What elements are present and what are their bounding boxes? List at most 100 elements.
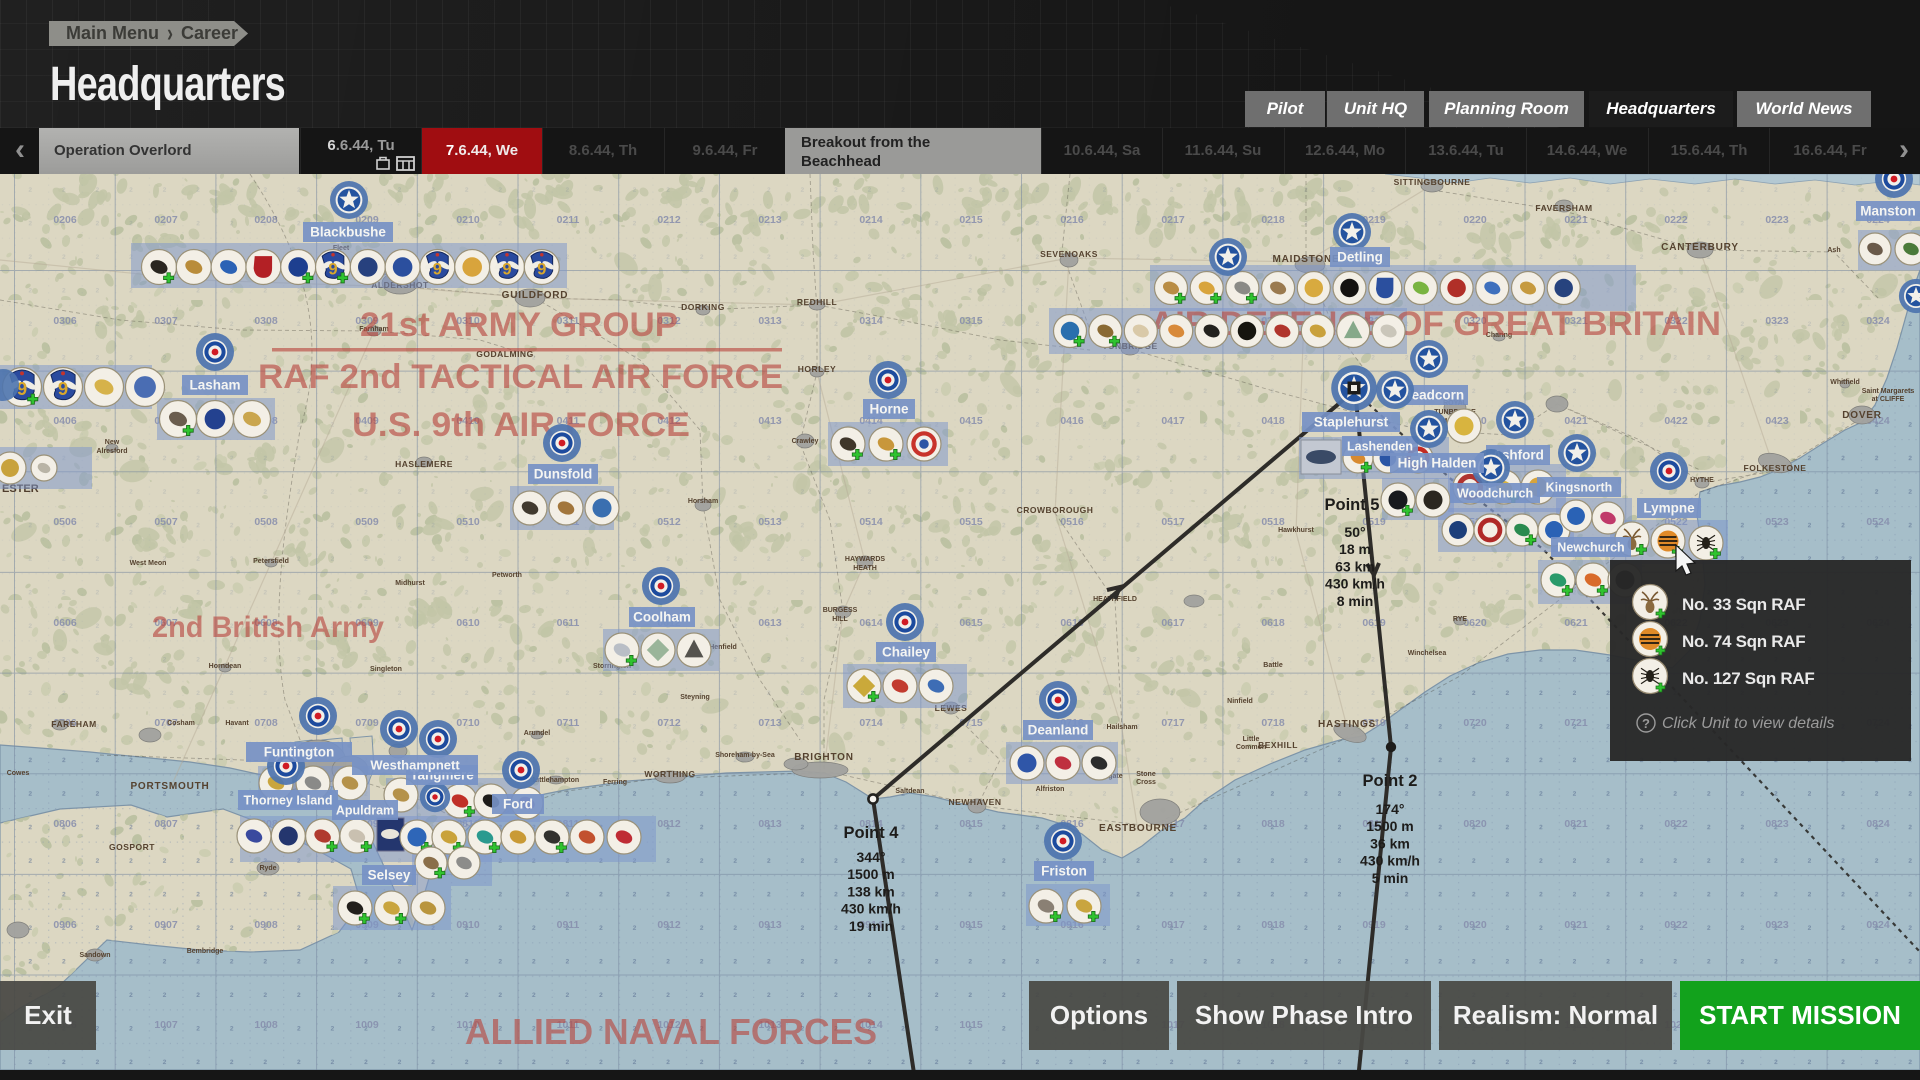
- svg-text:0517: 0517: [1161, 516, 1185, 528]
- svg-text:0918: 0918: [1261, 919, 1285, 931]
- svg-text:174°: 174°: [1376, 801, 1405, 817]
- svg-text:SEVENOAKS: SEVENOAKS: [1040, 249, 1098, 259]
- svg-text:ALLIED NAVAL FORCES: ALLIED NAVAL FORCES: [465, 1011, 877, 1052]
- svg-text:High Halden: High Halden: [1398, 456, 1477, 471]
- svg-text:18 m: 18 m: [1339, 541, 1371, 557]
- svg-text:0417: 0417: [1161, 415, 1185, 427]
- svg-text:Ferring: Ferring: [603, 779, 627, 786]
- svg-text:Havant: Havant: [225, 720, 249, 727]
- svg-text:Horne: Horne: [869, 402, 908, 417]
- svg-text:Kingsnorth: Kingsnorth: [1546, 481, 1613, 495]
- svg-text:Dunsfold: Dunsfold: [534, 467, 593, 482]
- svg-text:0418: 0418: [1261, 415, 1285, 427]
- svg-text:21st ARMY GROUP: 21st ARMY GROUP: [360, 306, 678, 344]
- svg-text:0712: 0712: [657, 717, 681, 729]
- svg-text:0216: 0216: [1060, 214, 1084, 226]
- svg-text:Hawkhurst: Hawkhurst: [1278, 527, 1314, 534]
- svg-text:5 min: 5 min: [1372, 870, 1409, 886]
- svg-text:Cross: Cross: [1136, 779, 1156, 786]
- svg-text:Winchelsea: Winchelsea: [1408, 650, 1447, 657]
- svg-text:0413: 0413: [758, 415, 782, 427]
- svg-text:0307: 0307: [154, 315, 178, 327]
- svg-text:0617: 0617: [1161, 617, 1185, 629]
- svg-text:Deanland: Deanland: [1028, 723, 1089, 738]
- svg-text:430 km/h: 430 km/h: [841, 901, 901, 917]
- svg-text:0920: 0920: [1463, 919, 1487, 931]
- svg-text:0513: 0513: [758, 516, 782, 528]
- svg-text:0913: 0913: [758, 919, 782, 931]
- svg-text:0708: 0708: [254, 717, 278, 729]
- svg-text:0907: 0907: [154, 919, 178, 931]
- svg-text:Sandown: Sandown: [79, 952, 110, 959]
- svg-text:HILL: HILL: [832, 616, 848, 623]
- svg-text:0315: 0315: [959, 315, 983, 327]
- svg-text:Stone: Stone: [1136, 771, 1156, 778]
- svg-text:0823: 0823: [1765, 818, 1789, 830]
- svg-text:0615: 0615: [959, 617, 983, 629]
- svg-text:0813: 0813: [758, 818, 782, 830]
- svg-text:0611: 0611: [557, 617, 580, 629]
- svg-text:MAIDSTONE: MAIDSTONE: [1272, 254, 1339, 265]
- svg-text:at CLIFFE: at CLIFFE: [1872, 396, 1905, 403]
- svg-text:Steyning: Steyning: [680, 694, 710, 701]
- svg-text:0806: 0806: [53, 818, 77, 830]
- svg-text:0206: 0206: [53, 214, 77, 226]
- svg-text:RYE: RYE: [1453, 616, 1467, 623]
- svg-text:RAF 2nd TACTICAL AIR FORCE: RAF 2nd TACTICAL AIR FORCE: [258, 358, 783, 396]
- svg-text:0422: 0422: [1664, 415, 1688, 427]
- svg-text:Apuldram: Apuldram: [336, 804, 394, 818]
- svg-text:PORTSMOUTH: PORTSMOUTH: [130, 781, 209, 792]
- svg-text:Selsey: Selsey: [368, 868, 411, 883]
- svg-text:0308: 0308: [254, 315, 278, 327]
- svg-text:0323: 0323: [1765, 315, 1789, 327]
- svg-text:0815: 0815: [959, 818, 983, 830]
- svg-text:Saint Margarets: Saint Margarets: [1862, 388, 1915, 395]
- svg-text:0921: 0921: [1564, 919, 1588, 931]
- svg-text:Detling: Detling: [1337, 250, 1383, 265]
- svg-text:0911: 0911: [557, 919, 580, 931]
- svg-text:0818: 0818: [1261, 818, 1285, 830]
- svg-text:0306: 0306: [53, 315, 77, 327]
- svg-text:Thorney Island: Thorney Island: [244, 794, 333, 808]
- svg-text:0214: 0214: [859, 214, 883, 226]
- svg-text:0820: 0820: [1463, 818, 1487, 830]
- svg-text:Westhampnett: Westhampnett: [370, 758, 460, 773]
- svg-text:0908: 0908: [254, 919, 278, 931]
- svg-text:1500 m: 1500 m: [1366, 818, 1413, 834]
- svg-text:0223: 0223: [1765, 214, 1789, 226]
- svg-text:0606: 0606: [53, 617, 77, 629]
- svg-text:430 km/h: 430 km/h: [1325, 576, 1385, 592]
- svg-text:0213: 0213: [758, 214, 782, 226]
- svg-text:9: 9: [328, 259, 337, 278]
- svg-text:0406: 0406: [53, 415, 77, 427]
- svg-text:Blackbushe: Blackbushe: [310, 225, 386, 240]
- svg-text:1500 m: 1500 m: [847, 866, 894, 882]
- svg-text:FAREHAM: FAREHAM: [51, 719, 97, 729]
- svg-text:NEWHAVEN: NEWHAVEN: [949, 797, 1002, 807]
- svg-text:36 km: 36 km: [1370, 835, 1410, 851]
- svg-text:1008: 1008: [254, 1019, 278, 1031]
- svg-text:DOVER: DOVER: [1842, 410, 1882, 421]
- svg-text:GOSPORT: GOSPORT: [109, 842, 155, 852]
- svg-text:Point 4: Point 4: [843, 824, 899, 842]
- svg-text:0721: 0721: [1564, 717, 1588, 729]
- svg-text:0714: 0714: [859, 717, 883, 729]
- svg-text:0211: 0211: [557, 214, 580, 226]
- svg-text:0718: 0718: [1261, 717, 1285, 729]
- svg-text:0510: 0510: [456, 516, 480, 528]
- svg-text:0924: 0924: [1866, 919, 1890, 931]
- svg-text:0711: 0711: [557, 717, 580, 729]
- svg-text:Petersfield: Petersfield: [253, 558, 289, 565]
- svg-text:0821: 0821: [1564, 818, 1588, 830]
- svg-text:Alresford: Alresford: [96, 448, 127, 455]
- svg-text:0710: 0710: [456, 717, 480, 729]
- svg-text:BURGESS: BURGESS: [823, 607, 858, 614]
- svg-text:Little: Little: [1243, 736, 1260, 743]
- svg-text:Point 2: Point 2: [1362, 772, 1417, 790]
- svg-text:0423: 0423: [1765, 415, 1789, 427]
- svg-text:0515: 0515: [959, 516, 983, 528]
- svg-text:0917: 0917: [1161, 919, 1185, 931]
- svg-text:0509: 0509: [355, 516, 379, 528]
- svg-text:0514: 0514: [859, 516, 883, 528]
- svg-text:Petworth: Petworth: [492, 572, 522, 579]
